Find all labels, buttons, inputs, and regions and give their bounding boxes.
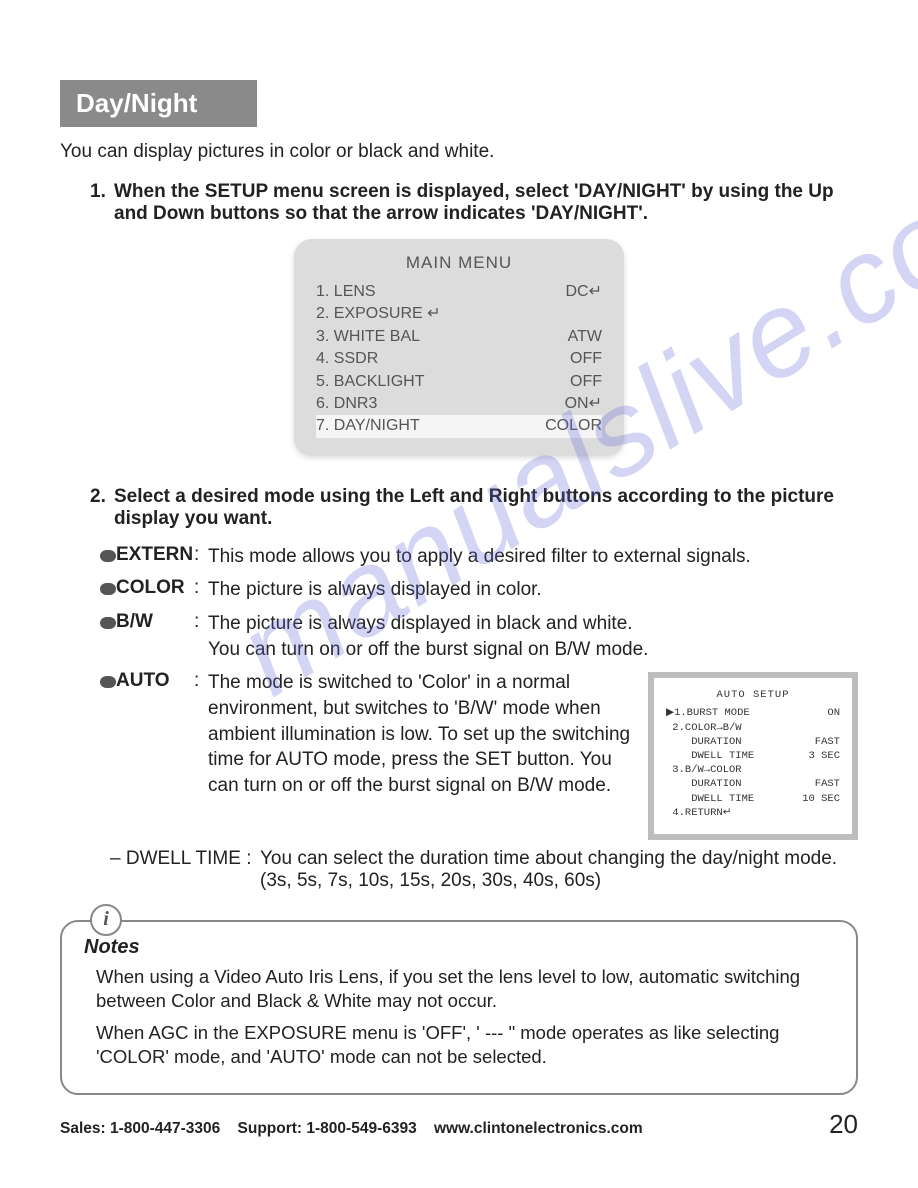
row-label: 3.B/W→COLOR — [666, 763, 742, 777]
footer-contact: Sales: 1-800-447-3306 Support: 1-800-549… — [60, 1120, 643, 1138]
mode-label: B/W — [116, 611, 194, 633]
auto-setup-screenshot: AUTO SETUP ▶1.BURST MODE ON 2.COLOR→B/W D… — [648, 672, 858, 840]
mode-bw: B/W : The picture is always displayed in… — [100, 611, 858, 662]
section-title: Day/Night — [60, 80, 257, 127]
auto-setup-row: ▶1.BURST MODE ON — [666, 706, 840, 720]
main-menu-title: MAIN MENU — [316, 253, 602, 273]
mode-description: This mode allows you to apply a desired … — [208, 544, 858, 570]
row-value: 3 SEC — [808, 749, 840, 763]
mode-label: AUTO — [116, 670, 194, 692]
row-label: DWELL TIME — [666, 792, 754, 806]
menu-row-label: 6. DNR3 — [316, 393, 377, 415]
footer-website: www.clintonelectronics.com — [434, 1120, 643, 1137]
mode-extern: EXTERN : This mode allows you to apply a… — [100, 544, 858, 570]
intro-text: You can display pictures in color or bla… — [60, 141, 858, 163]
menu-row-label: 4. SSDR — [316, 348, 378, 370]
auto-setup-title: AUTO SETUP — [666, 688, 840, 702]
notes-paragraph: When using a Video Auto Iris Lens, if yo… — [96, 965, 834, 1013]
menu-row-value: ON↵ — [565, 393, 602, 415]
menu-row-backlight: 5. BACKLIGHT OFF — [316, 371, 602, 393]
main-menu-screenshot: MAIN MENU 1. LENS DC↵ 2. EXPOSURE ↵ 3. W… — [294, 239, 624, 456]
menu-row-label: 7. DAY/NIGHT — [316, 415, 420, 437]
auto-setup-row: 2.COLOR→B/W — [666, 721, 840, 735]
colon: : — [194, 611, 208, 633]
auto-setup-row: DURATION FAST — [666, 735, 840, 749]
auto-setup-row: DURATION FAST — [666, 777, 840, 791]
menu-row-label: 1. LENS — [316, 281, 376, 303]
notes-box: i Notes When using a Video Auto Iris Len… — [60, 920, 858, 1095]
menu-row-lens: 1. LENS DC↵ — [316, 281, 602, 303]
mode-description: The mode is switched to 'Color' in a nor… — [208, 670, 636, 798]
menu-row-ssdr: 4. SSDR OFF — [316, 348, 602, 370]
footer-support: Support: 1-800-549-6393 — [238, 1120, 417, 1137]
info-icon: i — [90, 904, 122, 936]
menu-row-daynight: 7. DAY/NIGHT COLOR — [316, 415, 602, 437]
footer-sales: Sales: 1-800-447-3306 — [60, 1120, 220, 1137]
row-label: DWELL TIME — [666, 749, 754, 763]
menu-row-value: COLOR — [545, 415, 602, 437]
step-2: 2. Select a desired mode using the Left … — [90, 486, 858, 530]
menu-row-label: 2. EXPOSURE ↵ — [316, 303, 441, 325]
mode-description: The picture is always displayed in black… — [208, 611, 858, 662]
menu-row-exposure: 2. EXPOSURE ↵ — [316, 303, 602, 325]
bullet-icon — [100, 617, 116, 629]
menu-row-dnr3: 6. DNR3 ON↵ — [316, 393, 602, 415]
colon: : — [194, 544, 208, 566]
auto-setup-row: DWELL TIME 3 SEC — [666, 749, 840, 763]
bullet-icon — [100, 583, 116, 595]
auto-setup-row: 4.RETURN↵ — [666, 806, 840, 820]
row-label: ▶1.BURST MODE — [666, 706, 750, 720]
auto-setup-row: DWELL TIME 10 SEC — [666, 792, 840, 806]
row-value: FAST — [815, 777, 840, 791]
colon: : — [194, 670, 208, 692]
menu-row-label: 5. BACKLIGHT — [316, 371, 424, 393]
dwell-time-description: You can select the duration time about c… — [260, 848, 858, 892]
dwell-time-line: – DWELL TIME : You can select the durati… — [110, 848, 858, 892]
notes-title: Notes — [84, 936, 834, 959]
auto-setup-row: 3.B/W→COLOR — [666, 763, 840, 777]
mode-label: COLOR — [116, 577, 194, 599]
notes-paragraph: When AGC in the EXPOSURE menu is 'OFF', … — [96, 1021, 834, 1069]
step-2-number: 2. — [90, 486, 114, 530]
dwell-time-label: – DWELL TIME : — [110, 848, 260, 892]
row-label: DURATION — [666, 777, 742, 791]
menu-row-whitebal: 3. WHITE BAL ATW — [316, 326, 602, 348]
row-value: 10 SEC — [802, 792, 840, 806]
menu-row-value: DC↵ — [565, 281, 602, 303]
menu-row-value: OFF — [570, 348, 602, 370]
menu-row-value: ATW — [568, 326, 602, 348]
mode-description: The picture is always displayed in color… — [208, 577, 858, 603]
row-label: 4.RETURN↵ — [666, 806, 732, 820]
menu-row-label: 3. WHITE BAL — [316, 326, 420, 348]
step-1-text: When the SETUP menu screen is displayed,… — [114, 181, 858, 225]
row-value: ON — [827, 706, 840, 720]
mode-auto: AUTO : The mode is switched to 'Color' i… — [100, 670, 858, 840]
page-footer: Sales: 1-800-447-3306 Support: 1-800-549… — [60, 1109, 858, 1140]
mode-label: EXTERN — [116, 544, 194, 566]
step-2-text: Select a desired mode using the Left and… — [114, 486, 858, 530]
step-1-number: 1. — [90, 181, 114, 225]
colon: : — [194, 577, 208, 599]
row-value: FAST — [815, 735, 840, 749]
row-label: DURATION — [666, 735, 742, 749]
bullet-icon — [100, 676, 116, 688]
row-label: 2.COLOR→B/W — [666, 721, 742, 735]
menu-row-value: OFF — [570, 371, 602, 393]
mode-color: COLOR : The picture is always displayed … — [100, 577, 858, 603]
page-number: 20 — [829, 1109, 858, 1140]
bullet-icon — [100, 550, 116, 562]
step-1: 1. When the SETUP menu screen is display… — [90, 181, 858, 225]
